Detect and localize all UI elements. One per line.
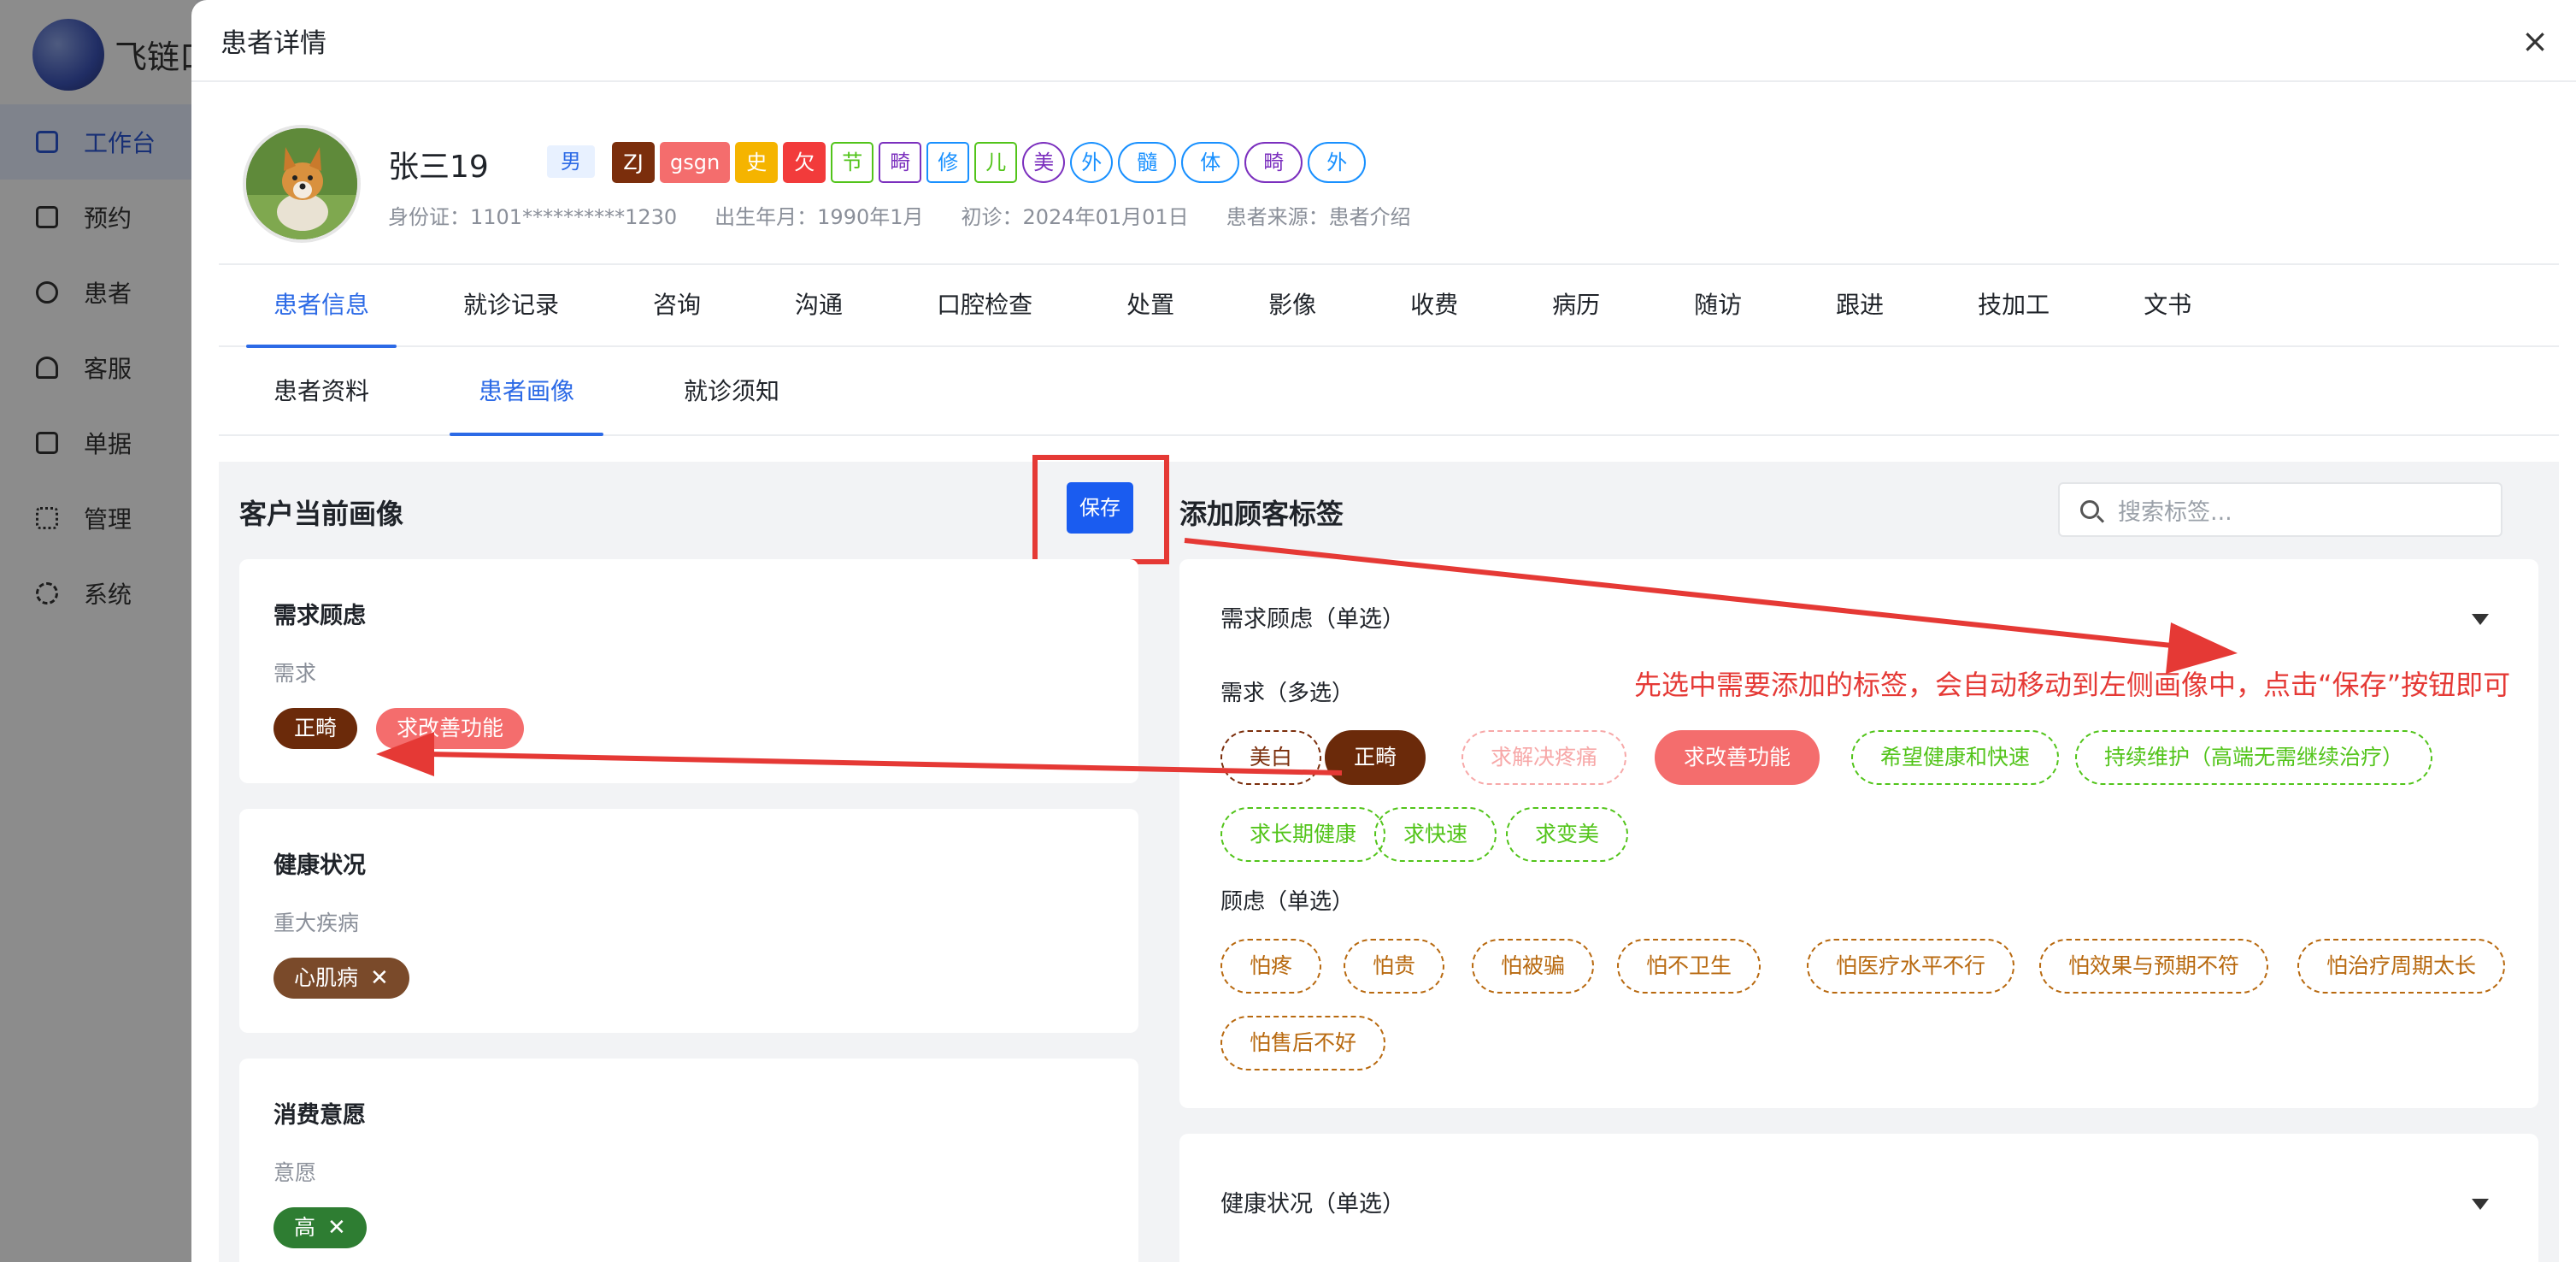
tab-10[interactable]: 跟进: [1836, 264, 1884, 346]
tag-option[interactable]: 怕售后不好: [1220, 1016, 1386, 1070]
tag-option[interactable]: 怕效果与预期不符: [2039, 939, 2269, 994]
portrait-card-demand: 需求顾虑 需求 正畸 求改善功能: [239, 559, 1138, 783]
tab-0[interactable]: 患者信息: [245, 264, 397, 348]
chip-label: 高: [294, 1215, 316, 1240]
sub-tabs: 患者资料 患者画像 就诊须知: [219, 349, 2559, 436]
gender-badge: 男: [547, 145, 595, 178]
tag-option[interactable]: 求解决疼痛: [1461, 730, 1627, 785]
tab-11[interactable]: 技加工: [1978, 264, 2050, 346]
need-label: 需求（多选）: [1220, 681, 1355, 706]
tag-option[interactable]: 美白: [1220, 730, 1322, 785]
save-button[interactable]: 保存: [1067, 482, 1133, 534]
card-subtitle: 重大疾病: [273, 911, 360, 935]
worry-label: 顾虑（单选）: [1220, 889, 1355, 915]
patient-tag: 畸: [879, 142, 922, 183]
portrait-content: 客户当前画像 保存 添加顾客标签 搜索标签... 需求顾虑 需求 正畸 求改善功…: [219, 455, 2559, 1262]
current-portrait-title: 客户当前画像: [239, 498, 404, 530]
source-text: 患者来源：患者介绍: [1226, 205, 1411, 229]
chip-improve-function[interactable]: 求改善功能: [376, 708, 525, 749]
card-title: 健康状况: [273, 852, 366, 879]
patient-tag: 体: [1181, 142, 1240, 183]
tab-6[interactable]: 影像: [1268, 264, 1316, 346]
tab-9[interactable]: 随访: [1694, 264, 1742, 346]
tab-7[interactable]: 收费: [1410, 264, 1458, 346]
subtab-0[interactable]: 患者资料: [273, 349, 369, 434]
patient-tag: 修: [926, 142, 970, 183]
card-subtitle: 意愿: [273, 1160, 317, 1185]
close-icon[interactable]: ✕: [327, 1215, 346, 1241]
search-icon: [2080, 500, 2099, 519]
close-icon[interactable]: ×: [2516, 22, 2554, 60]
subtab-1[interactable]: 患者画像: [450, 349, 604, 436]
patient-info: 身份证：1101**********1230 出生年月：1990年1月 初诊：2…: [388, 200, 1411, 230]
card-subtitle: 需求: [273, 661, 317, 686]
tab-4[interactable]: 口腔检查: [937, 264, 1032, 346]
tag-option[interactable]: 求快速: [1374, 807, 1497, 862]
patient-tag: 史: [735, 142, 779, 183]
subtab-2[interactable]: 就诊须知: [684, 349, 779, 434]
patient-name: 张三19: [388, 150, 489, 185]
tab-3[interactable]: 沟通: [795, 264, 843, 346]
chip-orthodontics[interactable]: 正畸: [273, 708, 358, 749]
patient-tag: 节: [831, 142, 874, 183]
tag-option[interactable]: 怕疼: [1220, 939, 1322, 994]
patient-tag: 畸: [1244, 142, 1303, 183]
portrait-card-health: 健康状况 重大疾病 心肌病 ✕: [239, 809, 1138, 1033]
chip-label: 求改善功能: [397, 716, 504, 740]
tab-5[interactable]: 处置: [1126, 264, 1174, 346]
tag-group-health: 健康状况（单选）: [1179, 1134, 2538, 1262]
patient-detail-drawer: 患者详情 × 张三19 男 ZJ gsgn 史欠节畸修儿美外髓体畸外 身份证：110…: [191, 0, 2576, 1262]
tag-option[interactable]: 求改善功能: [1655, 730, 1820, 785]
patient-tag: ZJ: [612, 142, 655, 183]
tag-option[interactable]: 希望健康和快速: [1851, 730, 2060, 785]
add-tags-title: 添加顾客标签: [1179, 498, 1344, 530]
tag-option[interactable]: 求变美: [1506, 807, 1629, 862]
first-visit-text: 初诊：2024年01月01日: [961, 205, 1189, 229]
patient-header: 张三19 男 ZJ gsgn 史欠节畸修儿美外髓体畸外 身份证：1101******…: [243, 125, 2525, 253]
search-placeholder: 搜索标签...: [2118, 498, 2232, 526]
tag-option[interactable]: 求长期健康: [1220, 807, 1386, 862]
tag-option[interactable]: 怕治疗周期太长: [2297, 939, 2506, 994]
tab-12[interactable]: 文书: [2144, 264, 2191, 346]
close-icon[interactable]: ✕: [370, 965, 389, 991]
drawer-header: 患者详情: [191, 0, 2576, 82]
tag-option[interactable]: 怕医疗水平不行: [1807, 939, 2015, 994]
patient-tag: gsgn: [660, 142, 731, 183]
chevron-down-icon[interactable]: [2472, 614, 2489, 625]
tag-group-demand: 需求顾虑（单选） 需求（多选） 美白 正畸 求解决疼痛 求改善功能 希望健康和快速 持续维…: [1179, 559, 2538, 1108]
patient-tag: 外: [1070, 142, 1114, 183]
tab-1[interactable]: 就诊记录: [463, 264, 559, 346]
card-title: 需求顾虑: [273, 603, 366, 629]
chip-high[interactable]: 高 ✕: [273, 1207, 367, 1248]
chevron-down-icon[interactable]: [2472, 1199, 2489, 1210]
tag-option[interactable]: 持续维护（高端无需继续治疗）: [2075, 730, 2433, 785]
patient-tag: 儿: [974, 142, 1018, 183]
chip-label: 心肌病: [294, 965, 359, 990]
drawer-title: 患者详情: [221, 27, 326, 59]
card-title: 消费意愿: [273, 1102, 366, 1129]
avatar: [243, 125, 361, 243]
patient-tag: 髓: [1118, 142, 1177, 183]
patient-tag: 外: [1308, 142, 1367, 183]
tag-search-input[interactable]: 搜索标签...: [2058, 482, 2502, 537]
group-title: 健康状况（单选）: [1220, 1191, 1405, 1218]
patient-tag: 欠: [783, 142, 826, 183]
birth-text: 出生年月：1990年1月: [715, 205, 924, 229]
chip-label: 正畸: [294, 716, 338, 740]
patient-tag: 美: [1022, 142, 1066, 183]
patient-tags: ZJ gsgn 史欠节畸修儿美外髓体畸外: [612, 142, 1367, 183]
tag-option[interactable]: 怕被骗: [1472, 939, 1595, 994]
tag-option[interactable]: 怕贵: [1344, 939, 1445, 994]
chip-cardiomyopathy[interactable]: 心肌病 ✕: [273, 958, 409, 999]
tag-option[interactable]: 正畸: [1325, 730, 1426, 785]
annotation-text: 先选中需要添加的标签，会自动移动到左侧画像中，点击“保存”按钮即可: [1634, 669, 2511, 701]
group-title: 需求顾虑（单选）: [1220, 606, 1405, 633]
tag-option[interactable]: 怕不卫生: [1617, 939, 1761, 994]
tab-2[interactable]: 咨询: [653, 264, 701, 346]
portrait-card-consumption: 消费意愿 意愿 高 ✕: [239, 1059, 1138, 1262]
tab-8[interactable]: 病历: [1552, 264, 1600, 346]
id-card-text: 身份证：1101**********1230: [388, 205, 678, 229]
main-tabs: 患者信息 就诊记录 咨询 沟通 口腔检查 处置 影像 收费 病历 随访 跟进 技加工 文书: [219, 263, 2559, 348]
